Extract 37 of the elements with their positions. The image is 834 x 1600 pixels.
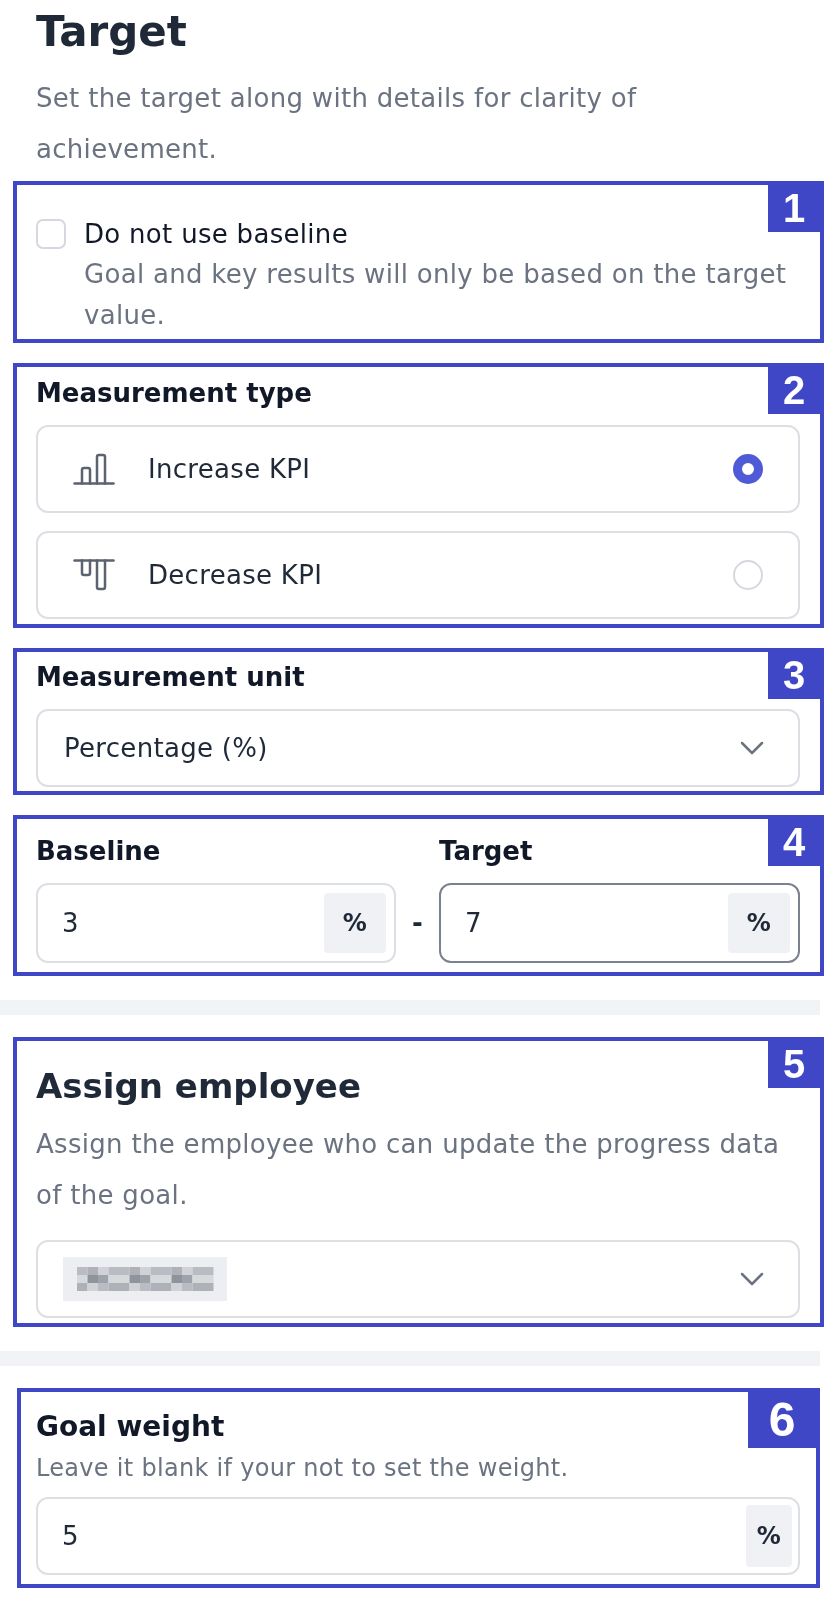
- field-label: Goal weight: [36, 1410, 225, 1444]
- callout-number-badge: 4: [768, 819, 820, 866]
- callout-number-badge: 3: [768, 652, 820, 699]
- option-label: Increase KPI: [148, 454, 311, 484]
- chevron-down-icon: [740, 741, 764, 755]
- chevron-down-icon: [740, 1272, 764, 1286]
- baseline-checkbox[interactable]: [36, 219, 66, 249]
- field-label: Target: [439, 835, 533, 868]
- callout-number-badge: 6: [748, 1392, 816, 1448]
- help-text: Goal and key results will only be based on the target value.: [84, 258, 788, 332]
- unit-addon: %: [324, 893, 386, 953]
- range-separator: -: [411, 908, 424, 938]
- rising-bars-icon: [73, 453, 115, 485]
- field-label: Measurement unit: [36, 661, 305, 694]
- unit-dropdown[interactable]: Percentage (%): [36, 709, 800, 787]
- unit-addon: %: [728, 893, 790, 953]
- checkbox-label: Do not use baseline: [84, 218, 348, 251]
- option-card[interactable]: Increase KPI: [36, 425, 800, 513]
- radio-button[interactable]: [733, 454, 763, 484]
- number-input[interactable]: 3 %: [36, 883, 396, 963]
- callout-number-badge: 5: [768, 1041, 820, 1088]
- callout-number-badge: 2: [768, 367, 820, 414]
- option-label: Decrease KPI: [148, 560, 323, 590]
- field-label: Measurement type: [36, 377, 312, 410]
- employee-dropdown[interactable]: [36, 1240, 800, 1318]
- callout-number-badge: 1: [768, 185, 820, 232]
- option-card[interactable]: Decrease KPI: [36, 531, 800, 619]
- weight-input[interactable]: 5 %: [36, 1497, 800, 1575]
- section-heading: Assign employee: [36, 1065, 361, 1108]
- section-description: Assign the employee who can update the progress data of the goal.: [36, 1128, 781, 1212]
- page-title: Target: [36, 6, 187, 58]
- number-input[interactable]: 7 %: [439, 883, 800, 963]
- unit-addon: %: [746, 1505, 792, 1567]
- help-text: Leave it blank if your not to set the weight.: [36, 1453, 569, 1483]
- page-description: Set the target along with details for clarity of achievement.: [36, 82, 638, 166]
- field-label: Baseline: [36, 835, 161, 868]
- hanging-bars-icon: [73, 559, 115, 591]
